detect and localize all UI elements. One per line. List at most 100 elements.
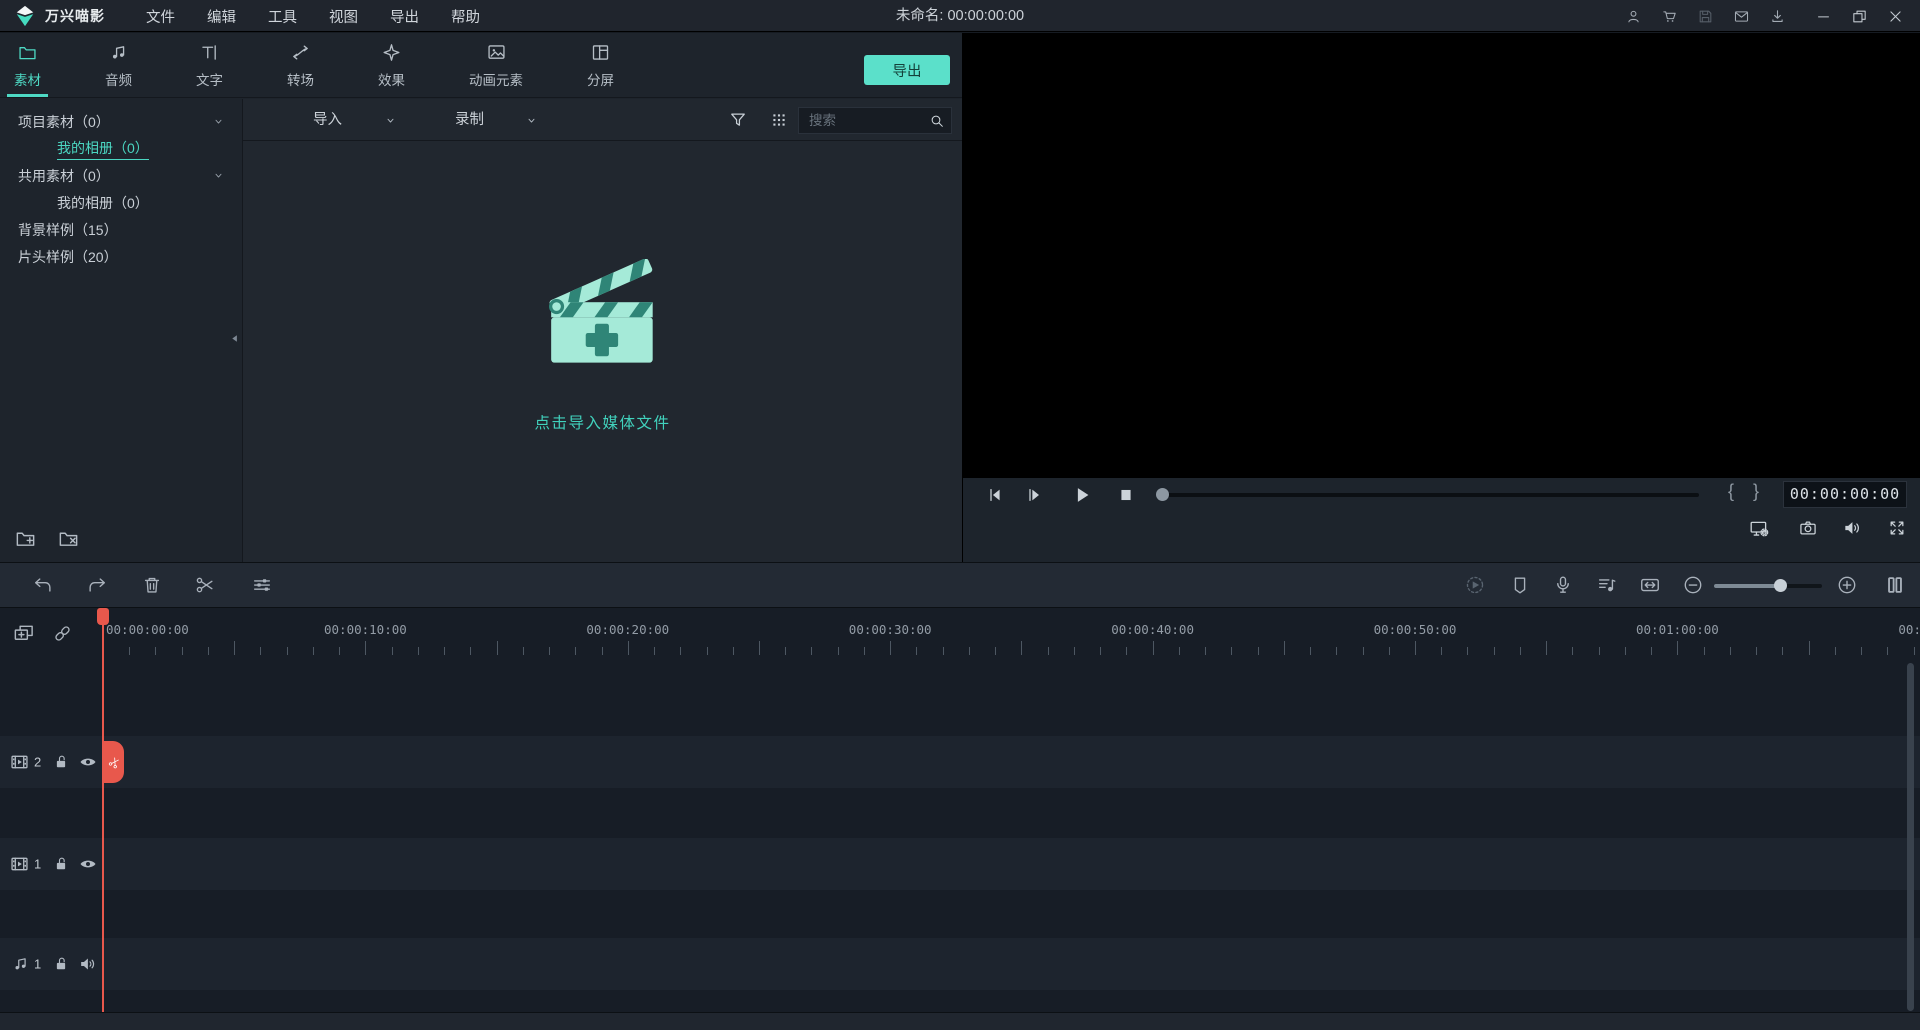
audio-mixer-button[interactable] [1596, 574, 1618, 596]
preview-panel: { } 00:00:00:00 [962, 33, 1920, 562]
import-button[interactable]: 导入 [313, 99, 342, 141]
track-lane-audio-1[interactable]: 1 [0, 938, 1920, 990]
ruler-tick [522, 647, 524, 655]
playhead-handle[interactable] [97, 608, 109, 625]
timeline-bottom-bar[interactable] [0, 1012, 1920, 1030]
speaker-icon[interactable] [78, 955, 97, 974]
seek-slider[interactable] [1156, 488, 1699, 501]
chevron-down-icon[interactable] [211, 168, 226, 183]
mark-in-button[interactable]: { [1728, 481, 1734, 502]
maximize-button[interactable] [1851, 8, 1868, 25]
undo-button[interactable] [32, 574, 54, 596]
zoom-out-button[interactable] [1682, 574, 1704, 596]
sidebar-item-intro-samples[interactable]: 片头样例（20） [0, 243, 242, 270]
split-screen-icon [590, 42, 611, 63]
menu-file[interactable]: 文件 [130, 6, 191, 27]
tab-split-screen[interactable]: 分屏 [587, 33, 614, 97]
mail-icon[interactable] [1733, 8, 1750, 25]
split-scissors-button[interactable] [194, 574, 216, 596]
app-logo: 万兴喵影 [14, 5, 105, 27]
ruler-tick [837, 647, 839, 655]
folder-plus-icon[interactable] [14, 527, 37, 550]
track-lane-video-2[interactable]: 2 [0, 736, 1920, 788]
play-button[interactable] [1071, 484, 1093, 506]
folder-x-icon[interactable] [57, 527, 80, 550]
grid-view-icon[interactable] [770, 111, 788, 129]
snapshot-camera-icon[interactable] [1798, 518, 1818, 538]
lock-icon[interactable] [52, 955, 70, 973]
add-media-icon[interactable] [12, 622, 35, 645]
import-media-dropzone[interactable]: 点击导入媒体文件 [527, 259, 679, 433]
playhead-scissors-badge[interactable] [104, 741, 124, 783]
menu-help[interactable]: 帮助 [435, 6, 496, 27]
record-button[interactable]: 录制 [455, 99, 484, 141]
save-icon[interactable] [1697, 8, 1714, 25]
track-lane-video-1[interactable]: 1 [0, 838, 1920, 890]
import-hint-text: 点击导入媒体文件 [534, 415, 671, 432]
fit-timeline-button[interactable] [1639, 574, 1661, 596]
lock-icon[interactable] [52, 855, 70, 873]
marker-button[interactable] [1509, 574, 1531, 596]
tab-transition[interactable]: 转场 [287, 33, 314, 97]
render-preview-button[interactable] [1464, 574, 1486, 596]
cart-icon[interactable] [1661, 8, 1678, 25]
library-panel: 素材 音频 文字 转场 效果 动画元素 分屏 导出 项目素材（0） 我的相册（0… [0, 33, 962, 562]
menu-view[interactable]: 视图 [313, 6, 374, 27]
tab-audio[interactable]: 音频 [105, 33, 132, 97]
search-input[interactable] [799, 113, 929, 128]
timeline-vertical-scrollbar[interactable] [1907, 663, 1914, 1011]
search-icon[interactable] [929, 113, 945, 129]
sidebar-item-shared-media[interactable]: 共用素材（0） [0, 162, 242, 189]
import-chevron-icon[interactable] [383, 113, 398, 128]
seek-slider-thumb[interactable] [1156, 488, 1169, 501]
filter-funnel-icon[interactable] [728, 110, 748, 130]
ruler-tick [1362, 647, 1364, 655]
fullscreen-icon[interactable] [1887, 518, 1907, 538]
previous-frame-button[interactable] [985, 485, 1005, 505]
tab-media[interactable]: 素材 [7, 33, 48, 97]
collapse-panel-handle[interactable] [230, 331, 241, 346]
menu-edit[interactable]: 编辑 [191, 6, 252, 27]
zoom-in-button[interactable] [1836, 574, 1858, 596]
display-settings-icon[interactable] [1749, 518, 1770, 539]
sidebar-item-project-media[interactable]: 项目素材（0） [0, 108, 242, 135]
stop-button[interactable] [1115, 484, 1137, 506]
sidebar-item-my-album-selected[interactable]: 我的相册（0） [0, 135, 242, 162]
record-chevron-icon[interactable] [524, 113, 539, 128]
download-icon[interactable] [1769, 8, 1786, 25]
menu-export[interactable]: 导出 [374, 6, 435, 27]
ruler-tick [1021, 641, 1023, 655]
eye-icon[interactable] [78, 752, 98, 772]
close-button[interactable] [1887, 8, 1904, 25]
tab-effects[interactable]: 效果 [378, 33, 405, 97]
zoom-slider-thumb[interactable] [1774, 579, 1787, 592]
chevron-down-icon[interactable] [211, 114, 226, 129]
sidebar-item-background-samples[interactable]: 背景样例（15） [0, 216, 242, 243]
eye-icon[interactable] [78, 854, 98, 874]
volume-icon[interactable] [1842, 518, 1862, 538]
menu-tools[interactable]: 工具 [252, 6, 313, 27]
mark-out-button[interactable]: } [1753, 481, 1759, 502]
link-icon[interactable] [52, 623, 73, 644]
sidebar-item-my-album[interactable]: 我的相册（0） [0, 189, 242, 216]
export-button[interactable]: 导出 [864, 55, 950, 85]
audio-track-icon [11, 955, 30, 974]
track-manager-button[interactable] [1884, 574, 1906, 596]
ruler-label: 00:00:10:00 [323, 622, 407, 637]
tab-elements[interactable]: 动画元素 [469, 33, 523, 97]
minimize-button[interactable] [1815, 8, 1832, 25]
ruler-tick [1519, 647, 1521, 655]
adjust-button[interactable] [251, 574, 273, 596]
tab-text[interactable]: 文字 [196, 33, 223, 97]
zoom-slider[interactable] [1714, 584, 1822, 588]
timeline-ruler[interactable]: 00:00:00:00 00:00:10:00 00:00:20:00 00:00:3… [0, 608, 1920, 660]
lock-icon[interactable] [52, 753, 70, 771]
next-frame-button[interactable] [1024, 485, 1044, 505]
redo-button[interactable] [86, 574, 108, 596]
delete-button[interactable] [141, 574, 163, 596]
voiceover-mic-button[interactable] [1552, 574, 1574, 596]
user-icon[interactable] [1625, 8, 1642, 25]
sidebar-item-label: 片头样例（20） [18, 248, 118, 265]
ruler-tick [811, 647, 813, 655]
ruler-tick [1257, 647, 1259, 655]
